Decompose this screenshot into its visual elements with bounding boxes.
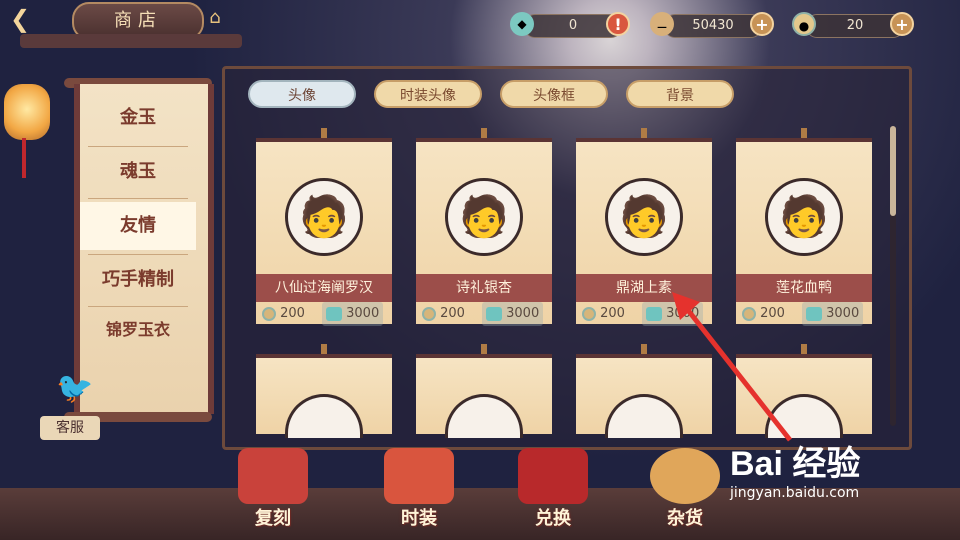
card-name: 八仙过海阐罗汉 [256,274,392,302]
tab-background[interactable]: 背景 [626,80,734,108]
coin-icon: ● [792,12,816,36]
divider [88,254,188,255]
character-face-icon: 🧑 [619,194,669,240]
lantern-tassel [22,138,26,178]
shop-card[interactable] [416,354,552,438]
avatar: 🧑 [605,178,683,256]
divider [88,198,188,199]
lantern-box-icon [518,448,588,504]
avatar: 🧑 [765,178,843,256]
robe-icon [384,448,454,504]
sidebar-item-hunyu[interactable]: 魂玉 [80,148,196,196]
avatar [285,394,363,438]
sidebar-item-jinyu[interactable]: 金玉 [80,94,196,142]
avatar: 🧑 [445,178,523,256]
back-arrow-icon: ❮ [10,5,31,33]
character-face-icon: 🧑 [299,194,349,240]
nav-label: 兑换 [535,508,571,529]
gold-counter: 50430 [664,14,762,38]
character-face-icon: 🧑 [459,194,509,240]
coin-price: 200 [582,302,625,326]
card-hook [641,344,647,354]
card-hook [481,344,487,354]
watermark-url: jingyan.baidu.com [730,485,860,501]
nav-label: 时装 [401,508,437,529]
shop-card[interactable] [256,354,392,438]
card-name: 诗礼银杏 [416,274,552,302]
dumpling-bowl-icon [650,448,720,504]
card-hook [481,128,487,138]
coin-add-button[interactable]: + [890,12,914,36]
avatar [445,394,523,438]
jade-warning-button[interactable]: ! [606,12,630,36]
annotation-arrow-icon [672,292,792,442]
shop-card[interactable]: 🧑 八仙过海阐罗汉 200 3000 [256,138,392,326]
jade-value: 0 [568,18,578,33]
card-hook [321,128,327,138]
card-hook [321,344,327,354]
lantern-icon [4,84,50,140]
divider [88,146,188,147]
jade-icon [326,306,342,321]
sidebar-item-jinluo[interactable]: 锦罗玉衣 [80,306,196,354]
scrollbar-thumb[interactable] [890,126,896,216]
sidebar-item-youqing[interactable]: 友情 [80,202,196,250]
gold-icon: ⚊ [650,12,674,36]
jade-price: 3000 [802,302,864,326]
nav-fashion[interactable]: 时装 [374,448,464,538]
card-hook [641,128,647,138]
gift-basket-icon [238,448,308,504]
jade-price: 3000 [322,302,384,326]
character-face-icon: 🧑 [779,194,829,240]
tab-avatar-frame[interactable]: 头像框 [500,80,608,108]
nav-label: 复刻 [255,508,291,529]
gold-add-button[interactable]: + [750,12,774,36]
jade-icon: ◆ [510,12,534,36]
home-icon[interactable]: ⌂ [200,6,230,30]
back-button[interactable]: ❮ [10,6,54,32]
coin-icon [422,306,436,321]
coin-icon [262,306,276,321]
pavilion-roof [20,34,242,48]
sidebar-item-qiaoshou[interactable]: 巧手精制 [80,256,196,304]
shop-card[interactable]: 🧑 诗礼银杏 200 3000 [416,138,552,326]
watermark-logo: Bai 经验 [730,445,861,483]
coin-price: 200 [262,302,305,326]
customer-service-button[interactable]: 客服 [40,416,100,440]
card-hook [801,128,807,138]
jade-price: 3000 [482,302,544,326]
avatar: 🧑 [285,178,363,256]
nav-reprint[interactable]: 复刻 [228,448,318,538]
gold-value: 50430 [692,18,734,33]
jade-icon [486,306,502,321]
nav-misc[interactable]: 杂货 [640,448,730,538]
baidu-watermark: Bai 经验 jingyan.baidu.com [730,436,950,526]
nav-exchange[interactable]: 兑换 [508,448,598,538]
tab-avatar[interactable]: 头像 [248,80,356,108]
coin-value: 20 [846,18,864,33]
nav-label: 杂货 [667,508,703,529]
coin-price: 200 [422,302,465,326]
coin-icon [582,306,596,321]
tab-fashion-avatar[interactable]: 时装头像 [374,80,482,108]
bird-icon: 🐦 [56,371,94,406]
